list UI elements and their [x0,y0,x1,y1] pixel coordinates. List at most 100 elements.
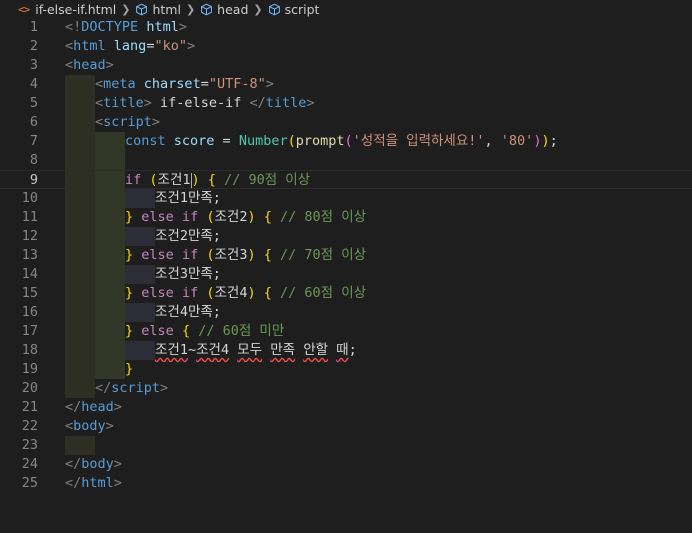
code-line[interactable]: 25 </html> [0,474,692,493]
code-token: < [95,114,104,130]
code-token: 조건1 [155,342,188,358]
code-text: 조건3만족; [155,265,221,284]
code-line[interactable]: 23 [0,436,692,455]
code-token: head [73,57,106,73]
code-line[interactable]: 6 <script> [0,113,692,132]
line-number: 5 [29,95,38,111]
code-token: > [160,380,169,396]
line-number: 12 [21,228,38,244]
code-token: ( [287,133,296,149]
code-token: > [105,418,114,434]
code-line[interactable]: 10 조건1만족; [0,189,692,208]
code-token: else [141,247,174,263]
code-text: </head> [65,398,122,417]
code-text: <head> [65,56,114,75]
code-token: Number [238,133,288,149]
code-line[interactable]: 21 </head> [0,398,692,417]
breadcrumb-file[interactable]: <> if-else-if.html [18,2,116,17]
breadcrumb-item-script[interactable]: script [268,2,319,17]
code-token: < [65,418,74,434]
code-line[interactable]: 18 조건1~조건4 모두 만족 안할 때; [0,341,692,360]
code-text: </html> [65,474,122,493]
indent-guide [65,132,95,151]
code-token: body [81,456,114,472]
code-token: { [263,285,272,301]
indent-guide [95,132,125,151]
code-token: 조건3만족; [155,266,221,282]
code-line[interactable]: 2 <html lang="ko"> [0,37,692,56]
code-text: } [125,360,133,379]
code-text: <script> [95,113,160,132]
line-number: 10 [21,190,38,206]
code-line[interactable]: 17} else { // 60점 미만 [0,322,692,341]
code-text: </body> [65,455,122,474]
code-token: "ko" [154,38,187,54]
code-line[interactable]: 7 const score = Number(prompt('성적을 입력하세요!… [0,132,692,151]
code-line[interactable]: 12 조건2만족; [0,227,692,246]
line-number: 8 [29,152,38,168]
code-token: title [265,95,307,111]
code-token: ) [247,209,256,225]
indent-guide [95,189,125,208]
code-text: const score = Number(prompt('성적을 입력하세요!'… [125,132,558,151]
code-token: { [263,247,272,263]
code-token: < [65,57,74,73]
indent-guide [125,227,155,246]
code-token: 조건4 [196,342,230,358]
code-token: ; [348,342,357,358]
code-token: // 60점 미만 [198,323,285,339]
code-line[interactable]: 20 </script> [0,379,692,398]
indent-guide [125,265,155,284]
code-line[interactable]: 8 [0,151,692,170]
indent-guide [95,208,125,227]
code-token: body [73,418,106,434]
indent-guide [95,227,125,246]
code-line[interactable]: 13} else if (조건3) { // 70점 이상 [0,246,692,265]
code-token: < [95,76,104,92]
code-token: </ [65,475,82,491]
line-number: 18 [21,342,38,358]
code-token: > [151,114,161,130]
breadcrumb-item-head[interactable]: head [200,2,248,17]
code-token: prompt [295,133,345,149]
code-text: } else if (조건3) { // 70점 이상 [125,246,366,265]
code-text: } else if (조건4) { // 60점 이상 [125,284,366,303]
indent-guide [95,284,125,303]
line-number: 17 [21,323,38,339]
code-token: 조건4 [214,285,248,301]
code-line[interactable]: 14 조건3만족; [0,265,692,284]
code-line[interactable]: 3 <head> [0,56,692,75]
line-number: 20 [21,380,38,396]
code-line[interactable]: 11} else if (조건2) { // 80점 이상 [0,208,692,227]
line-number: 6 [29,114,38,130]
indent-guide [65,379,95,398]
code-line[interactable]: 5 <title> if-else-if </title> [0,94,692,113]
code-token: 조건1 [157,172,191,188]
code-line[interactable]: 4 <meta charset="UTF-8"> [0,75,692,94]
indent-guide [95,265,125,284]
line-number: 16 [21,304,38,320]
indent-guide [65,189,95,208]
code-token: </ [249,95,266,111]
code-line[interactable]: 1 <!DOCTYPE html> [0,18,692,37]
code-editor[interactable]: <> if-else-if.html ❯ html ❯ head ❯ scrip… [0,0,692,533]
code-line[interactable]: 24 </body> [0,455,692,474]
code-token: > [113,475,122,491]
code-area[interactable]: 1 <!DOCTYPE html> 2 <html lang="ko"> 3 <head>… [0,18,692,533]
code-token: = [200,76,209,92]
code-line[interactable]: 22 <body> [0,417,692,436]
code-line[interactable]: 15} else if (조건4) { // 60점 이상 [0,284,692,303]
breadcrumb-item-html[interactable]: html [135,2,181,17]
code-token: ) [247,247,256,263]
line-number: 19 [21,361,38,377]
indent-guide [95,303,125,322]
indent-guide [65,171,95,190]
code-token: else [141,285,174,301]
code-line[interactable]: 19} [0,360,692,379]
code-line[interactable]: 9 if (조건1) { // 90점 이상 [0,170,692,190]
code-line[interactable]: 16 조건4만족; [0,303,692,322]
